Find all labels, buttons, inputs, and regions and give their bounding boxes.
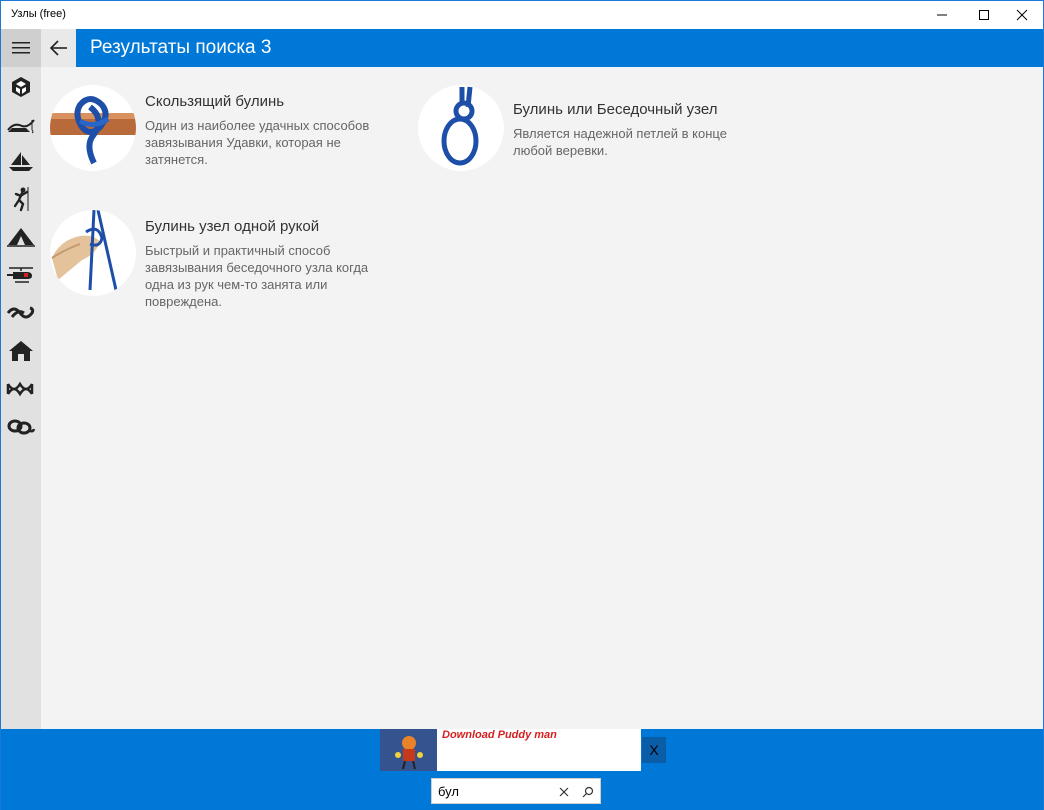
result-description: Является надежной петлей в конце любой в… [513, 126, 727, 158]
hamburger-menu-button[interactable] [1, 29, 41, 67]
one-hand-bowline-image [51, 210, 118, 291]
decorative-knot-icon [6, 381, 34, 397]
ad-image [380, 729, 437, 771]
title-bar: Узлы (free) [1, 1, 1043, 29]
result-thumbnail [50, 85, 136, 171]
app-window: Узлы (free) Результаты поиска 3 Скользящ… [0, 0, 1044, 810]
maximize-icon [979, 10, 989, 20]
ad-close-button[interactable]: X [642, 737, 666, 763]
nav-item-rescue[interactable] [1, 257, 41, 293]
clear-icon [559, 787, 569, 797]
sailboat-icon [9, 152, 33, 171]
result-description: Один из наиболее удачных способов завязы… [145, 118, 370, 167]
nav-item-climbing[interactable] [1, 181, 41, 217]
puddy-man-icon [380, 729, 437, 771]
nav-item-coils[interactable] [1, 409, 41, 445]
minimize-icon [937, 14, 947, 16]
search-button[interactable] [578, 782, 598, 802]
nav-item-cube[interactable] [1, 69, 41, 105]
nav-item-home[interactable] [1, 333, 41, 369]
rope-coil-icon [7, 419, 36, 435]
running-bowline-image [50, 96, 136, 165]
page-header: Результаты поиска 3 [76, 29, 1043, 67]
result-thumbnail [50, 210, 136, 296]
fishing-icon [7, 119, 35, 134]
result-description: Быстрый и практичный способ завязывания … [145, 243, 369, 309]
minimize-button[interactable] [919, 1, 965, 29]
nav-item-fishing[interactable] [1, 107, 41, 143]
back-arrow-icon [49, 40, 67, 56]
rope-knot-icon [6, 306, 35, 319]
window-title: Узлы (free) [11, 8, 66, 20]
bottom-bar: Download Puddy man X [1, 729, 1043, 810]
close-window-button[interactable] [999, 1, 1044, 29]
house-icon [9, 341, 33, 361]
bowline-image [441, 86, 479, 166]
ad-text: Download Puddy man [442, 729, 557, 741]
search-input[interactable] [438, 782, 548, 800]
search-results: Скользящий булинь Один из наиболее удачн… [41, 67, 1043, 729]
search-icon [582, 786, 594, 798]
result-item[interactable]: Скользящий булинь Один из наиболее удачн… [50, 85, 380, 185]
hamburger-icon [12, 42, 30, 54]
result-item[interactable]: Булинь узел одной рукой Быстрый и практи… [50, 210, 380, 310]
nav-item-decorative[interactable] [1, 371, 41, 407]
close-icon [1016, 9, 1028, 21]
climbing-icon [13, 187, 29, 212]
result-item[interactable]: Булинь или Беседочный узел Является наде… [418, 85, 748, 185]
nav-rail [1, 29, 41, 729]
nav-item-sailing[interactable] [1, 143, 41, 179]
ad-banner[interactable]: Download Puddy man [380, 729, 641, 771]
nav-item-camping[interactable] [1, 219, 41, 255]
cube-knot-icon [12, 77, 30, 97]
result-title: Булинь узел одной рукой [145, 218, 320, 235]
search-box [431, 778, 601, 804]
result-title: Скользящий булинь [145, 93, 285, 110]
back-button[interactable] [41, 29, 76, 67]
tent-icon [7, 228, 35, 247]
result-thumbnail [418, 85, 504, 171]
nav-item-knots[interactable] [1, 295, 41, 331]
page-title: Результаты поиска 3 [90, 37, 272, 58]
result-title: Булинь или Беседочный узел [513, 101, 718, 118]
clear-search-button[interactable] [554, 782, 574, 802]
helicopter-rescue-icon [7, 267, 33, 283]
